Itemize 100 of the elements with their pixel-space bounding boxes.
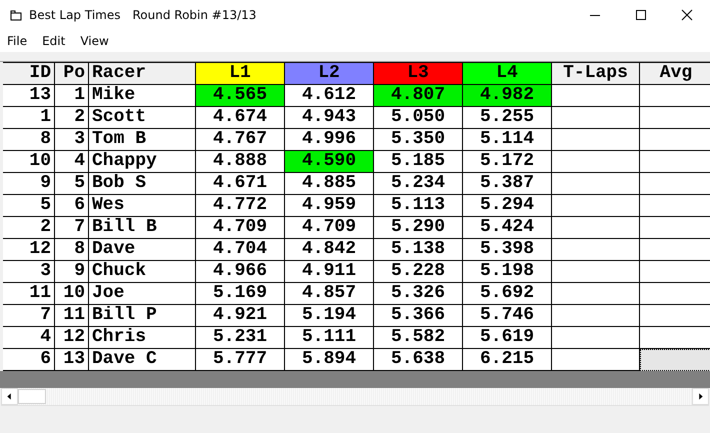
lap-time-cell: 4.704 <box>196 239 285 261</box>
menu-item[interactable]: Edit <box>34 34 72 48</box>
lap-time-cell: 4.911 <box>285 261 374 283</box>
racer-cell: Tom B <box>89 129 196 151</box>
position-cell: 10 <box>55 283 89 305</box>
lap-time-cell: 4.959 <box>285 195 374 217</box>
lap-time-cell: 4.674 <box>196 107 285 129</box>
scroll-left-icon[interactable] <box>1 388 18 405</box>
id-cell: 4 <box>3 327 55 349</box>
lap-time-cell: 5.387 <box>463 173 552 195</box>
id-cell: 11 <box>3 283 55 305</box>
racer-cell: Chris <box>89 327 196 349</box>
lap-time-cell: 5.619 <box>463 327 552 349</box>
lap-time-cell: 5.326 <box>374 283 463 305</box>
lap-time-cell: 4.982 <box>463 85 552 107</box>
lap-time-cell: 5.194 <box>285 305 374 327</box>
lap-time-cell: 5.692 <box>463 283 552 305</box>
lap-time-cell: 4.943 <box>285 107 374 129</box>
empty-cell[interactable] <box>640 349 710 371</box>
racer-cell: Bob S <box>89 173 196 195</box>
lap-time-cell: 5.398 <box>463 239 552 261</box>
lap-time-cell: 5.350 <box>374 129 463 151</box>
position-cell: 5 <box>55 173 89 195</box>
id-cell: 5 <box>3 195 55 217</box>
position-cell: 9 <box>55 261 89 283</box>
lap-time-cell: 5.198 <box>463 261 552 283</box>
lap-time-cell: 4.857 <box>285 283 374 305</box>
position-cell: 11 <box>55 305 89 327</box>
lap-time-cell: 4.966 <box>196 261 285 283</box>
position-cell: 12 <box>55 327 89 349</box>
lap-time-cell: 4.671 <box>196 173 285 195</box>
lap-time-cell: 4.885 <box>285 173 374 195</box>
lap-time-cell: 4.842 <box>285 239 374 261</box>
lap-time-cell: 4.772 <box>196 195 285 217</box>
scroll-right-icon[interactable] <box>692 388 709 405</box>
lap-time-cell: 5.228 <box>374 261 463 283</box>
column-header[interactable]: Po <box>55 63 89 85</box>
column-header[interactable]: L1 <box>196 63 285 85</box>
racer-cell: Chuck <box>89 261 196 283</box>
lap-time-cell: 5.255 <box>463 107 552 129</box>
lap-time-cell: 5.185 <box>374 151 463 173</box>
lap-time-cell: 5.111 <box>285 327 374 349</box>
position-cell: 7 <box>55 217 89 239</box>
lap-time-cell: 4.590 <box>285 151 374 173</box>
lap-time-cell: 5.169 <box>196 283 285 305</box>
lap-time-cell: 4.565 <box>196 85 285 107</box>
lap-time-cell: 5.172 <box>463 151 552 173</box>
lap-time-cell: 5.231 <box>196 327 285 349</box>
menu-item[interactable]: View <box>72 34 116 48</box>
id-cell: 9 <box>3 173 55 195</box>
lap-time-cell: 4.709 <box>196 217 285 239</box>
lap-time-cell: 5.114 <box>463 129 552 151</box>
racer-cell: Chappy <box>89 151 196 173</box>
id-cell: 3 <box>3 261 55 283</box>
position-cell: 8 <box>55 239 89 261</box>
column-header[interactable]: ID <box>3 63 55 85</box>
lap-time-cell: 5.113 <box>374 195 463 217</box>
racer-cell: Bill B <box>89 217 196 239</box>
lap-time-cell: 5.138 <box>374 239 463 261</box>
lap-time-cell: 5.050 <box>374 107 463 129</box>
lap-time-cell: 5.234 <box>374 173 463 195</box>
racer-cell: Wes <box>89 195 196 217</box>
lap-time-cell: 4.709 <box>285 217 374 239</box>
racer-cell: Dave <box>89 239 196 261</box>
window-subtitle: Round Robin #13/13 <box>132 8 256 22</box>
scroll-thumb[interactable] <box>18 389 46 404</box>
window-title: Best Lap Times <box>29 8 120 22</box>
id-cell: 13 <box>3 85 55 107</box>
id-cell: 1 <box>3 107 55 129</box>
menu-item[interactable]: File <box>0 34 34 48</box>
id-cell: 2 <box>3 217 55 239</box>
racer-cell: Bill P <box>89 305 196 327</box>
id-cell: 10 <box>3 151 55 173</box>
racer-cell: Joe <box>89 283 196 305</box>
lap-time-cell: 5.294 <box>463 195 552 217</box>
position-cell: 6 <box>55 195 89 217</box>
lap-time-cell: 4.767 <box>196 129 285 151</box>
lap-time-cell: 4.921 <box>196 305 285 327</box>
racer-cell: Scott <box>89 107 196 129</box>
position-cell: 4 <box>55 151 89 173</box>
position-cell: 2 <box>55 107 89 129</box>
id-cell: 7 <box>3 305 55 327</box>
app-icon <box>10 10 22 20</box>
column-header[interactable]: Racer <box>89 63 196 85</box>
column-header[interactable]: L2 <box>285 63 374 85</box>
lap-time-cell: 5.424 <box>463 217 552 239</box>
lap-time-cell: 5.582 <box>374 327 463 349</box>
lap-time-cell: 5.366 <box>374 305 463 327</box>
column-header[interactable]: L3 <box>374 63 463 85</box>
lap-time-cell: 5.290 <box>374 217 463 239</box>
column-header[interactable]: L4 <box>463 63 552 85</box>
lap-time-cell: 5.746 <box>463 305 552 327</box>
horizontal-scrollbar[interactable] <box>1 388 709 406</box>
position-cell: 3 <box>55 129 89 151</box>
lap-time-cell: 4.807 <box>374 85 463 107</box>
column-header[interactable]: T-Laps <box>552 63 640 85</box>
column-header[interactable]: Avg <box>640 63 710 85</box>
position-cell: 1 <box>55 85 89 107</box>
id-cell: 8 <box>3 129 55 151</box>
id-cell: 12 <box>3 239 55 261</box>
